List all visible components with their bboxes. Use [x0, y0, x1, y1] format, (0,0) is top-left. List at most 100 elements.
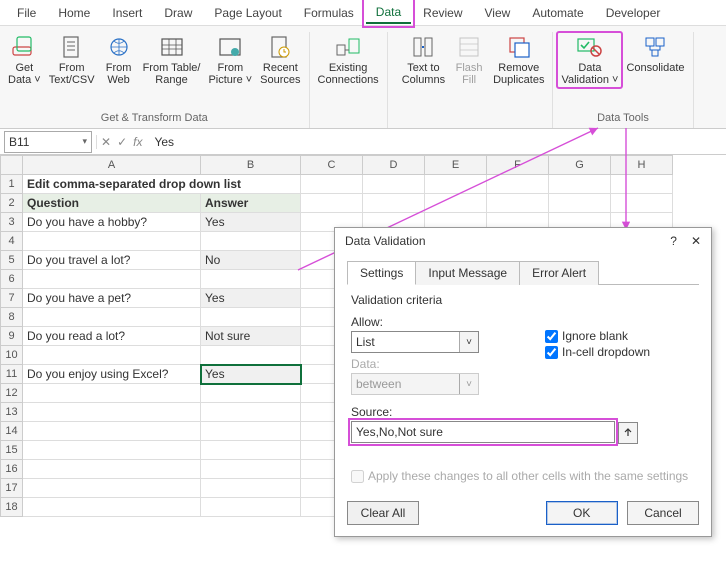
row-header-2[interactable]: 2 [1, 194, 23, 213]
cell-G2[interactable] [549, 194, 611, 213]
cell-B4[interactable] [201, 232, 301, 251]
dialog-titlebar[interactable]: Data Validation ? ✕ [335, 228, 711, 252]
cell-B10[interactable] [201, 346, 301, 365]
tab-view[interactable]: View [475, 2, 521, 23]
cell-A16[interactable] [23, 460, 201, 479]
row-header-13[interactable]: 13 [1, 403, 23, 422]
column-header-G[interactable]: G [549, 156, 611, 175]
cell-A6[interactable] [23, 270, 201, 289]
accept-fx-icon[interactable]: ✓ [117, 135, 127, 149]
cell-A4[interactable] [23, 232, 201, 251]
cell-A11[interactable]: Do you enjoy using Excel? [23, 365, 201, 384]
cell-A5[interactable]: Do you travel a lot? [23, 251, 201, 270]
cell-A10[interactable] [23, 346, 201, 365]
source-input[interactable]: Yes,No,Not sure [351, 421, 615, 443]
column-header-B[interactable]: B [201, 156, 301, 175]
cell-B9[interactable]: Not sure [201, 327, 301, 346]
column-header-A[interactable]: A [23, 156, 201, 175]
name-box[interactable]: B11 [4, 131, 92, 153]
row-header-1[interactable]: 1 [1, 175, 23, 194]
ignore-blank-checkbox[interactable]: Ignore blank [545, 329, 695, 343]
cell-A15[interactable] [23, 441, 201, 460]
cell-B16[interactable] [201, 460, 301, 479]
in-cell-dropdown-checkbox[interactable]: In-cell dropdown [545, 345, 695, 359]
tab-formulas[interactable]: Formulas [294, 2, 364, 23]
tab-draw[interactable]: Draw [154, 2, 202, 23]
row-header-17[interactable]: 17 [1, 479, 23, 498]
cell-B8[interactable] [201, 308, 301, 327]
column-header-F[interactable]: F [487, 156, 549, 175]
cancel-button[interactable]: Cancel [627, 501, 699, 525]
cell-B14[interactable] [201, 422, 301, 441]
tab-file[interactable]: File [7, 2, 46, 23]
row-header-11[interactable]: 11 [1, 365, 23, 384]
cell-A7[interactable]: Do you have a pet? [23, 289, 201, 308]
from-picture-button[interactable]: From Picture ˅ [204, 32, 256, 88]
cell-F2[interactable] [487, 194, 549, 213]
row-header-12[interactable]: 12 [1, 384, 23, 403]
tab-review[interactable]: Review [413, 2, 472, 23]
cell-B17[interactable] [201, 479, 301, 498]
cell-A17[interactable] [23, 479, 201, 498]
cell-A3[interactable]: Do you have a hobby? [23, 213, 201, 232]
tab-home[interactable]: Home [48, 2, 100, 23]
existing-connections-button[interactable]: Existing Connections [314, 32, 383, 88]
remove-duplicates-button[interactable]: Remove Duplicates [489, 32, 548, 88]
row-header-6[interactable]: 6 [1, 270, 23, 289]
allow-combobox[interactable]: List [351, 331, 479, 353]
row-header-15[interactable]: 15 [1, 441, 23, 460]
fx-icon[interactable]: fx [133, 135, 142, 149]
cell-E1[interactable] [425, 175, 487, 194]
cell-E2[interactable] [425, 194, 487, 213]
from-text-csv-button[interactable]: From Text/CSV [45, 32, 99, 88]
row-header-18[interactable]: 18 [1, 498, 23, 517]
from-web-button[interactable]: From Web [99, 32, 139, 88]
cell-B2[interactable]: Answer [201, 194, 301, 213]
cell-H1[interactable] [611, 175, 673, 194]
cell-B6[interactable] [201, 270, 301, 289]
consolidate-button[interactable]: Consolidate [622, 32, 688, 76]
tab-data[interactable]: Data [366, 1, 411, 24]
ignore-blank-check[interactable] [545, 330, 558, 343]
formula-input[interactable]: Yes [146, 131, 726, 153]
cell-B15[interactable] [201, 441, 301, 460]
cell-A9[interactable]: Do you read a lot? [23, 327, 201, 346]
cell-B3[interactable]: Yes [201, 213, 301, 232]
tab-developer[interactable]: Developer [596, 2, 671, 23]
recent-sources-button[interactable]: Recent Sources [256, 32, 304, 88]
cell-A14[interactable] [23, 422, 201, 441]
cell-D1[interactable] [363, 175, 425, 194]
tab-error-alert[interactable]: Error Alert [519, 261, 599, 285]
tab-settings[interactable]: Settings [347, 261, 416, 285]
cell-B11[interactable]: Yes▼ [201, 365, 301, 384]
cell-A2[interactable]: Question [23, 194, 201, 213]
cell-B13[interactable] [201, 403, 301, 422]
cell-B7[interactable]: Yes [201, 289, 301, 308]
clear-all-button[interactable]: Clear All [347, 501, 419, 525]
flash-fill-button[interactable]: Flash Fill [449, 32, 489, 88]
cell-F1[interactable] [487, 175, 549, 194]
tab-insert[interactable]: Insert [102, 2, 152, 23]
row-header-10[interactable]: 10 [1, 346, 23, 365]
cell-C2[interactable] [301, 194, 363, 213]
cell-C1[interactable] [301, 175, 363, 194]
ok-button[interactable]: OK [546, 501, 618, 525]
cell-A18[interactable] [23, 498, 201, 517]
row-header-5[interactable]: 5 [1, 251, 23, 270]
column-header-H[interactable]: H [611, 156, 673, 175]
text-to-columns-button[interactable]: Text to Columns [398, 32, 449, 88]
row-header-3[interactable]: 3 [1, 213, 23, 232]
cell-B5[interactable]: No [201, 251, 301, 270]
cell-D2[interactable] [363, 194, 425, 213]
row-header-7[interactable]: 7 [1, 289, 23, 308]
row-header-4[interactable]: 4 [1, 232, 23, 251]
cell-A13[interactable] [23, 403, 201, 422]
from-table-range-button[interactable]: From Table/ Range [139, 32, 205, 88]
get-data-button[interactable]: Get Data ˅ [4, 32, 45, 88]
cell-H2[interactable] [611, 194, 673, 213]
in-cell-dropdown-check[interactable] [545, 346, 558, 359]
cancel-fx-icon[interactable]: ✕ [101, 135, 111, 149]
data-validation-button[interactable]: Data Validation ˅ [557, 32, 622, 88]
dialog-help-button[interactable]: ? [670, 234, 677, 248]
cell-A1[interactable]: Edit comma-separated drop down list [23, 175, 301, 194]
